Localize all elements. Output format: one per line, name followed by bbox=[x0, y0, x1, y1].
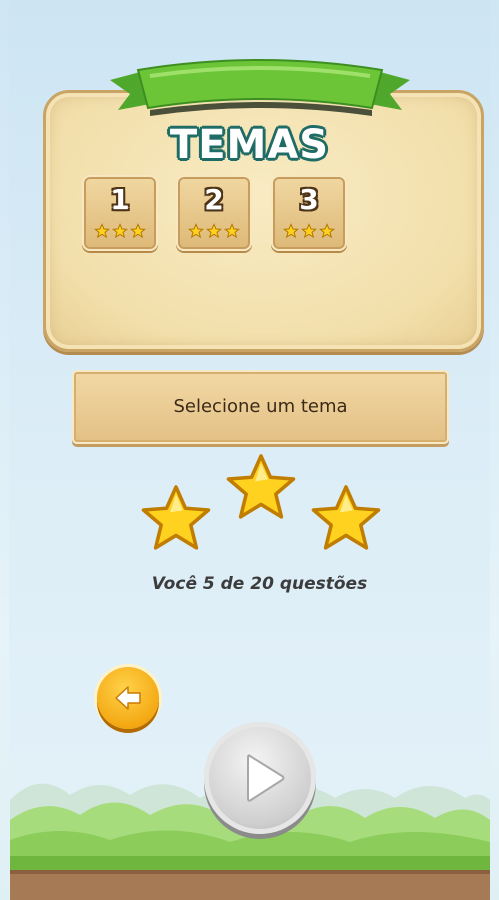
star-icon bbox=[188, 223, 204, 239]
star-icon bbox=[141, 485, 211, 550]
star-icon bbox=[283, 223, 299, 239]
level-number: 2 bbox=[204, 183, 224, 216]
star-icon bbox=[112, 223, 128, 239]
play-button[interactable] bbox=[204, 722, 316, 834]
level-1-button[interactable]: 1 bbox=[82, 175, 158, 251]
select-theme-label: Selecione um tema bbox=[173, 396, 348, 417]
ribbon-banner bbox=[110, 59, 410, 116]
star-icon bbox=[130, 223, 146, 239]
progress-text: Você 5 de 20 questões bbox=[151, 574, 368, 594]
star-icon bbox=[301, 223, 317, 239]
star-icon bbox=[319, 223, 335, 239]
level-2-button[interactable]: 2 bbox=[176, 175, 252, 251]
star-icon bbox=[206, 223, 222, 239]
back-button[interactable] bbox=[97, 667, 159, 729]
level-3-button[interactable]: 3 bbox=[271, 175, 347, 251]
level-stars bbox=[178, 223, 250, 243]
play-icon bbox=[247, 754, 285, 802]
select-theme-bar: Selecione um tema bbox=[72, 370, 449, 444]
page-title: TEMAS bbox=[169, 122, 330, 168]
level-stars bbox=[273, 223, 345, 243]
level-number: 3 bbox=[299, 183, 319, 216]
star-icon bbox=[224, 223, 240, 239]
arrow-left-icon bbox=[115, 686, 141, 710]
star-icon bbox=[226, 454, 296, 519]
level-number: 1 bbox=[110, 183, 130, 216]
star-icon bbox=[311, 485, 381, 550]
star-icon bbox=[94, 223, 110, 239]
level-stars bbox=[84, 223, 156, 243]
